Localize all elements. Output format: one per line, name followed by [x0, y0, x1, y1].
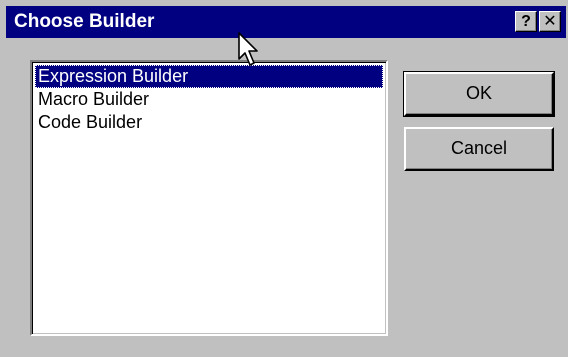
- help-icon: ?: [521, 13, 531, 30]
- close-icon: ✕: [543, 13, 557, 30]
- list-item-code-builder[interactable]: Code Builder: [35, 111, 383, 134]
- choose-builder-dialog: Choose Builder ? ✕ Expression Builder Ma…: [0, 0, 568, 357]
- close-button[interactable]: ✕: [539, 11, 561, 32]
- mouse-pointer-icon: [238, 32, 258, 66]
- list-item-expression-builder[interactable]: Expression Builder: [35, 65, 383, 88]
- title-bar: Choose Builder ? ✕: [6, 6, 566, 38]
- help-button[interactable]: ?: [515, 11, 537, 32]
- list-item-macro-builder[interactable]: Macro Builder: [35, 88, 383, 111]
- cancel-button[interactable]: Cancel: [404, 127, 554, 171]
- builder-listbox[interactable]: Expression Builder Macro Builder Code Bu…: [30, 60, 388, 336]
- window-title: Choose Builder: [14, 11, 155, 32]
- ok-button[interactable]: OK: [403, 71, 555, 117]
